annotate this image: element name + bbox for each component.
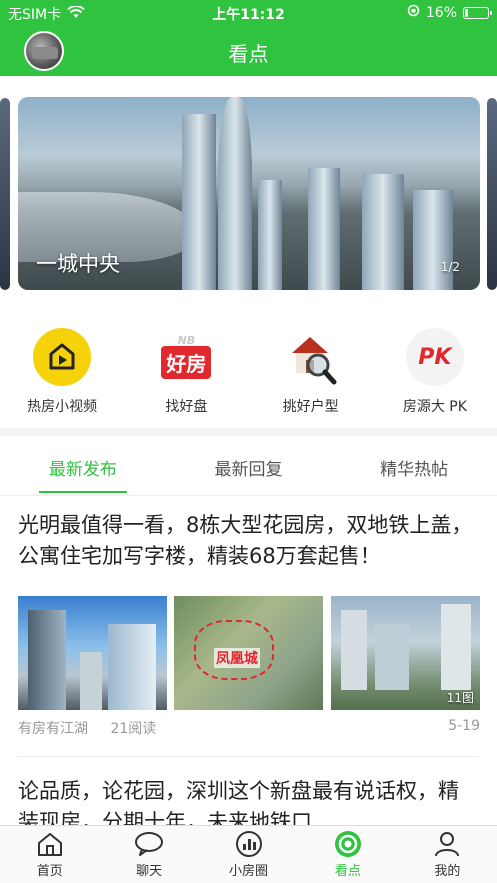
status-bar: 无SIM卡 上午11:12 16% <box>0 0 497 26</box>
tabbar-label: 聊天 <box>136 864 163 879</box>
logo-prefix: NB <box>177 334 196 347</box>
feed-tabs: 最新发布 最新回复 精华热帖 <box>0 436 497 496</box>
quick-nav-label: 挑好户型 <box>282 399 339 415</box>
chat-bubble-icon <box>134 830 164 858</box>
banner-building <box>218 97 252 290</box>
house-magnifier-icon <box>282 328 340 386</box>
tab-latest-replies[interactable]: 最新回复 <box>166 436 332 495</box>
section-divider <box>0 428 497 436</box>
quick-nav-floorplan[interactable]: 挑好户型 <box>249 320 373 426</box>
tab-latest[interactable]: 最新发布 <box>0 436 166 495</box>
page-title: 看点 <box>228 42 269 66</box>
banner-prev-peek[interactable] <box>0 98 10 290</box>
banner-building <box>258 180 282 290</box>
tabbar-me[interactable]: 我的 <box>398 826 497 883</box>
quick-nav-find[interactable]: NB 好房 找好盘 <box>124 320 248 426</box>
nb-haofang-logo: NB 好房 <box>157 328 215 386</box>
tabbar-label: 首页 <box>36 864 63 879</box>
post-meta: 有房有江湖 21阅读 5-19 <box>18 718 480 738</box>
target-icon <box>333 830 363 858</box>
post-divider <box>18 756 479 757</box>
banner-carousel: 一城中央 1/2 <box>0 76 497 306</box>
tab-featured[interactable]: 精华热帖 <box>331 436 497 495</box>
map-label: 凤凰城 <box>214 648 260 668</box>
logo-text: 好房 <box>161 346 212 379</box>
quick-nav-pk[interactable]: PK 房源大 PK <box>373 320 497 426</box>
nav-bar: 看点 <box>0 26 497 76</box>
post-card[interactable]: 光明最值得一看，8栋大型花园房，双地铁上盖，公寓住宅加写字楼，精装68万套起售！… <box>0 510 497 737</box>
tabbar-kandian[interactable]: 看点 <box>298 826 397 883</box>
banner-building <box>182 114 216 290</box>
post-title: 光明最值得一看，8栋大型花园房，双地铁上盖，公寓住宅加写字楼，精装68万套起售！ <box>18 513 473 568</box>
banner-next-peek[interactable] <box>487 98 497 290</box>
tabbar-home[interactable]: 首页 <box>0 826 99 883</box>
battery-icon <box>463 6 492 19</box>
person-icon <box>432 830 462 858</box>
banner-slide[interactable]: 一城中央 1/2 <box>18 97 480 290</box>
tabbar-circle[interactable]: 小房圈 <box>199 826 298 883</box>
tabbar-label: 看点 <box>334 864 361 879</box>
orientation-lock-icon <box>407 4 420 21</box>
battery-percent: 16% <box>425 4 457 21</box>
post-thumbnails: 凤凰城 11图 <box>18 596 480 710</box>
quick-nav-label: 房源大 PK <box>402 399 467 415</box>
post-thumbnail[interactable]: 凤凰城 <box>174 596 323 710</box>
tabbar-chat[interactable]: 聊天 <box>99 826 198 883</box>
banner-counter: 1/2 <box>440 260 460 274</box>
banner-caption: 一城中央 <box>36 252 120 276</box>
post-reads: 21阅读 <box>110 721 157 737</box>
banner-building <box>308 168 340 290</box>
image-count-badge: 11图 <box>446 691 474 705</box>
post-thumbnail[interactable] <box>18 596 167 710</box>
banner-building <box>362 174 404 290</box>
quick-nav: 热房小视频 NB 好房 找好盘 挑好户型 PK 房源大 PK <box>0 320 497 426</box>
tabbar-label: 小房圈 <box>229 864 269 879</box>
bar-chart-icon <box>234 830 264 858</box>
post-thumbnail[interactable]: 11图 <box>331 596 480 710</box>
post-author[interactable]: 有房有江湖 <box>18 721 88 737</box>
bottom-tab-bar: 首页 聊天 小房圈 看点 我的 <box>0 825 497 883</box>
pk-logo-text: PK <box>418 344 452 370</box>
video-play-icon <box>33 328 92 386</box>
home-icon <box>35 830 65 858</box>
quick-nav-video[interactable]: 热房小视频 <box>0 320 124 426</box>
post-date: 5-19 <box>448 718 480 734</box>
quick-nav-label: 热房小视频 <box>27 399 98 415</box>
tabbar-label: 我的 <box>434 864 461 879</box>
quick-nav-label: 找好盘 <box>165 399 208 415</box>
post-card[interactable]: 论品质，论花园，深圳这个新盘最有说话权，精装现房，分期十年，未来地铁口 <box>0 776 497 826</box>
banner-building <box>413 190 453 290</box>
post-title: 论品质，论花园，深圳这个新盘最有说话权，精装现房，分期十年，未来地铁口 <box>18 779 459 826</box>
pk-icon: PK <box>405 328 464 386</box>
